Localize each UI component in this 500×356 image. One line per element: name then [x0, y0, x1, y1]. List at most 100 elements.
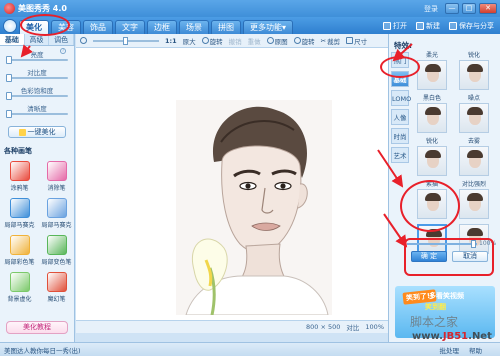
crop-button[interactable]: ✂ 裁剪 — [321, 36, 340, 46]
effect-opacity-slider[interactable]: 100% — [407, 240, 497, 248]
watermark-text: 脚本之家 — [410, 315, 459, 329]
effect-category[interactable]: LOMO — [391, 90, 411, 106]
rotate2-icon — [293, 37, 301, 44]
home-icon[interactable] — [3, 19, 17, 33]
tab-scene[interactable]: 场景 — [179, 20, 209, 34]
slider-thumb[interactable] — [6, 92, 12, 100]
watermark-url-brand: JB51 — [442, 331, 469, 342]
effect-item[interactable]: 锐化 — [413, 138, 451, 178]
effect-category[interactable]: 艺术 — [391, 147, 409, 163]
subtab-color[interactable]: 调色 — [49, 34, 75, 45]
brightness-slider[interactable]: 亮度 ? — [6, 48, 68, 66]
tutorial-button[interactable]: 美化教程 — [6, 321, 68, 334]
effect-item[interactable]: 黑白色 — [413, 95, 451, 135]
minimize-button[interactable]: — — [445, 3, 459, 14]
effect-label: 去雾 — [467, 138, 480, 145]
effect-categories: 热门基础 LOMO 人像时尚艺术 — [391, 52, 411, 166]
undo-button[interactable]: 撤销 — [229, 36, 242, 46]
save-share-button[interactable]: 保存与分享 — [449, 21, 494, 31]
open-label: 打开 — [393, 21, 407, 30]
effect-thumbnail — [417, 60, 447, 90]
thumb-hair — [467, 228, 483, 236]
batch-button[interactable]: 批处理 — [440, 345, 460, 355]
new-button[interactable]: 新建 — [416, 21, 440, 31]
zoom-slider[interactable] — [93, 36, 159, 45]
redo-button[interactable]: 重做 — [248, 36, 261, 46]
effect-category[interactable]: 热门 — [391, 52, 409, 68]
auto-beautify-button[interactable]: 一键美化 — [8, 126, 66, 138]
subtab-basic[interactable]: 基础 — [0, 34, 25, 45]
rotate2-button[interactable]: 旋转 — [293, 36, 315, 46]
tab-beauty[interactable]: 美容 — [51, 20, 81, 34]
canvas-area[interactable] — [76, 48, 388, 320]
tab-frame[interactable]: 边框 — [147, 20, 177, 34]
effect-item[interactable]: 去雾 — [455, 138, 493, 178]
effect-item[interactable]: 锐化 — [455, 52, 493, 92]
main-tab-bar: 美化 美容 饰品 文字 边框 场景 拼图 更多功能▾ 打开 新建 保存与分享 — [0, 17, 500, 34]
effect-category[interactable]: 人像 — [391, 109, 409, 125]
brush-tool[interactable]: 局部马赛克 — [40, 196, 73, 231]
tab-accessories[interactable]: 饰品 — [83, 20, 113, 34]
login-link[interactable]: 登录 — [424, 4, 438, 14]
slider-thumb[interactable] — [6, 74, 12, 82]
effect-category[interactable]: 基础 — [391, 71, 409, 87]
portrait-sketch — [176, 100, 332, 315]
tab-more[interactable]: 更多功能▾ — [243, 20, 294, 34]
effect-thumbnail — [459, 146, 489, 176]
saturation-slider[interactable]: 色彩饱和度 — [6, 84, 68, 102]
brush-tool[interactable]: 背景虚化 — [3, 270, 36, 305]
rotate-icon — [201, 37, 209, 44]
edited-photo[interactable] — [176, 100, 332, 315]
effects-title: 特效: — [394, 41, 412, 50]
compare-toggle[interactable]: 对比 — [346, 322, 359, 332]
compare-original-button[interactable]: 原图 — [266, 36, 288, 46]
effect-item[interactable]: 对比强烈 — [455, 181, 493, 221]
effect-thumbnail — [417, 224, 447, 254]
cancel-button[interactable]: 取消 — [452, 251, 488, 262]
zoom-icon[interactable] — [80, 37, 87, 44]
tip-text[interactable]: 美图达人教你每日一秀(出) — [4, 345, 81, 355]
opacity-thumb[interactable] — [471, 240, 476, 248]
close-button[interactable]: ✕ — [479, 3, 497, 14]
rotate-button[interactable]: 旋转 — [201, 36, 223, 46]
brush-tool[interactable]: 消除笔 — [40, 159, 73, 194]
tab-beautify[interactable]: 美化 — [19, 20, 49, 34]
ad-line2: 笑到翻 — [425, 303, 446, 311]
tab-collage[interactable]: 拼图 — [211, 20, 241, 34]
open-button[interactable]: 打开 — [383, 21, 407, 31]
auto-beautify-label: 一键美化 — [27, 128, 56, 136]
mosaic-icon — [9, 198, 30, 218]
original-size-button[interactable]: 原大 — [183, 36, 196, 46]
contrast-slider[interactable]: 对比度 — [6, 66, 68, 84]
sharpness-slider[interactable]: 清晰度 — [6, 102, 68, 120]
size-button[interactable]: 尺寸 — [346, 36, 367, 46]
brush-tool[interactable]: 局部马赛克 — [3, 196, 36, 231]
effect-item[interactable]: 素描 — [413, 181, 451, 221]
ok-button[interactable]: 确 定 — [411, 251, 447, 262]
slider-thumb[interactable] — [6, 110, 12, 118]
brush-label: 背景虚化 — [7, 296, 32, 303]
effect-label: 锐化 — [425, 138, 438, 145]
ratio-button[interactable]: 1:1 — [165, 37, 177, 45]
zoom-level: 100% — [365, 323, 384, 331]
effect-thumbnail — [459, 224, 489, 254]
effect-item[interactable]: 柔光 — [413, 52, 451, 92]
opacity-value: 100% — [479, 240, 497, 247]
thumb-hair — [467, 64, 483, 72]
zoom-thumb[interactable] — [123, 36, 128, 45]
info-icon[interactable]: ? — [60, 48, 66, 54]
help-button[interactable]: 帮助 — [469, 345, 482, 355]
resize-icon — [346, 37, 354, 44]
effect-thumbnail — [417, 146, 447, 176]
effect-label: 黑白色 — [422, 95, 441, 102]
effect-item[interactable]: 噪点 — [455, 95, 493, 135]
tab-text[interactable]: 文字 — [115, 20, 145, 34]
slider-thumb[interactable] — [6, 56, 12, 64]
subtab-advanced[interactable]: 高级 — [24, 34, 50, 45]
maximize-button[interactable]: □ — [462, 3, 476, 14]
brush-tool[interactable]: 魔幻笔 — [40, 270, 73, 305]
brush-tool[interactable]: 局部彩色笔 — [3, 233, 36, 268]
effect-category[interactable]: 时尚 — [391, 128, 409, 144]
brush-tool[interactable]: 局部变色笔 — [40, 233, 73, 268]
brush-tool[interactable]: 涂鸦笔 — [3, 159, 36, 194]
